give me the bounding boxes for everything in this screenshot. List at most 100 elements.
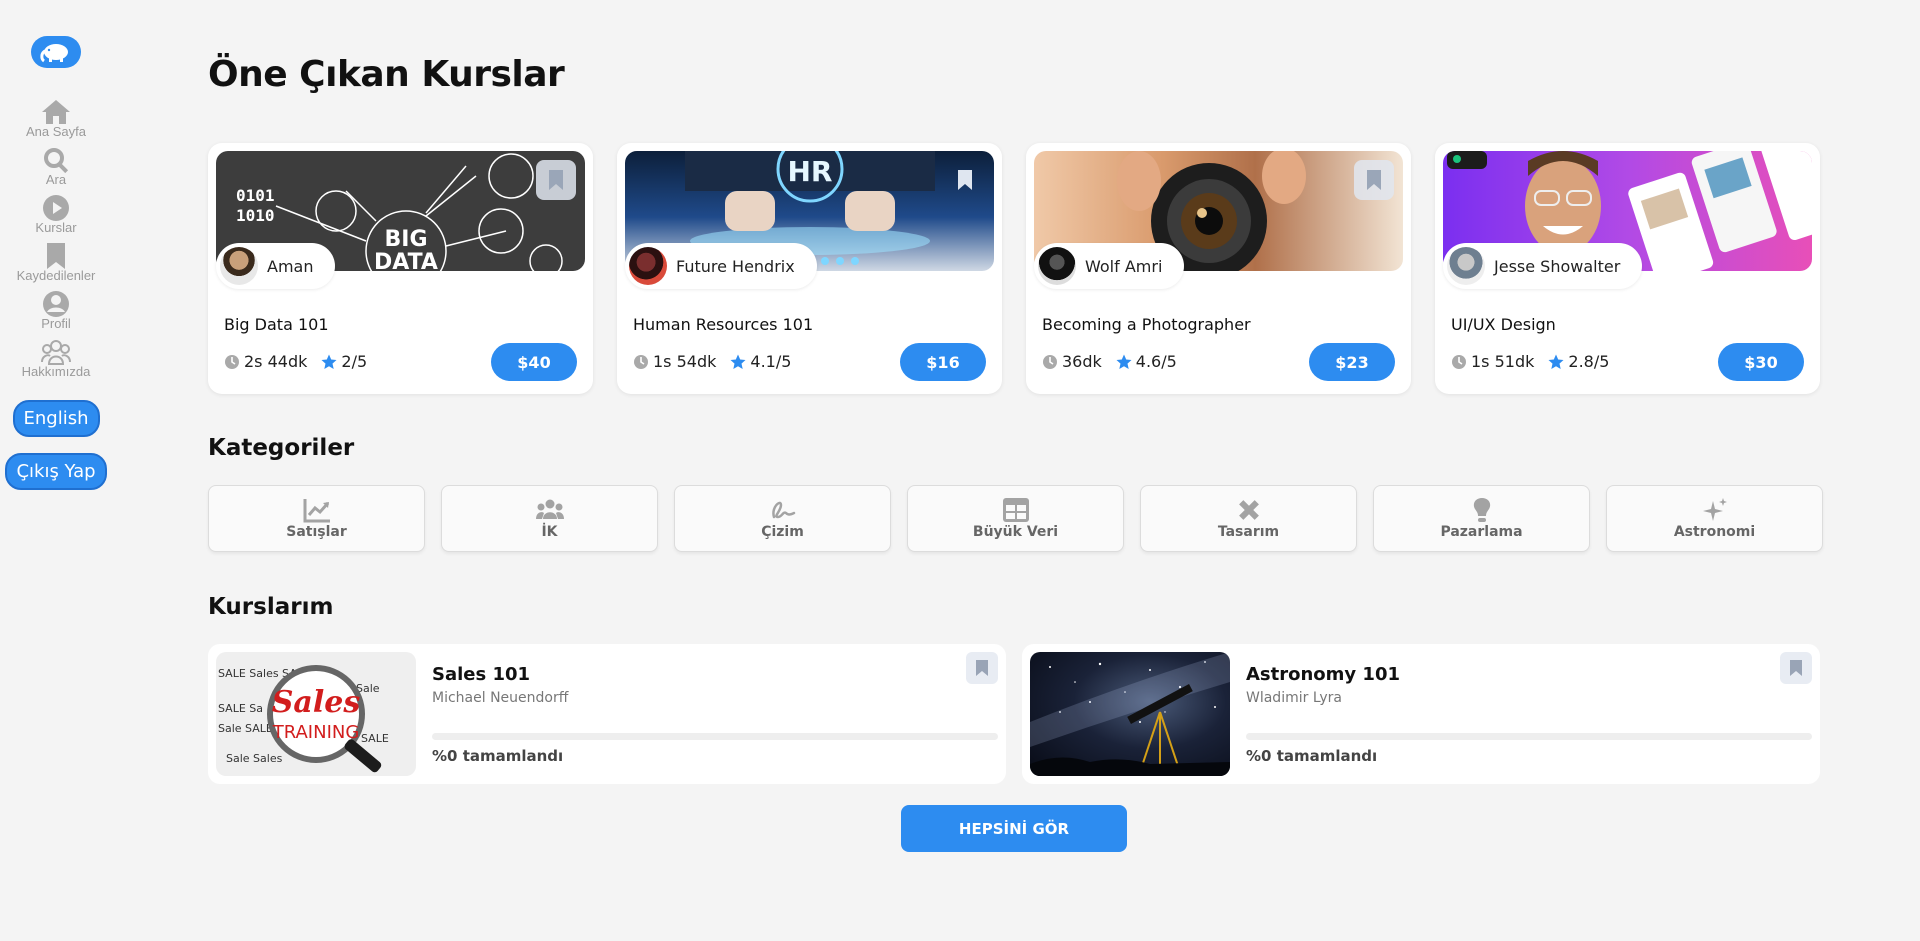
my-course-card[interactable]: Astronomy 101 Wladimir Lyra %0 tamamland…: [1022, 644, 1820, 784]
bookmark-button[interactable]: [1354, 160, 1394, 200]
price-button[interactable]: $40: [491, 343, 577, 381]
sidebar-item-courses[interactable]: Kurslar: [35, 194, 77, 236]
category-label: Satışlar: [286, 524, 347, 540]
author-name: Aman: [267, 256, 314, 276]
clock-icon: [1043, 354, 1057, 369]
course-rating: 4.6/5: [1135, 352, 1177, 371]
course-title: Becoming a Photographer: [1042, 315, 1251, 334]
svg-text:HR: HR: [788, 155, 833, 188]
svg-text:Sale Sales: Sale Sales: [226, 752, 283, 765]
category-label: Pazarlama: [1440, 524, 1523, 540]
course-card[interactable]: Wolf Amri Becoming a Photographer 36dk 4…: [1026, 143, 1411, 394]
category-sales[interactable]: Satışlar: [208, 485, 425, 552]
category-label: Büyük Veri: [972, 524, 1059, 540]
bookmark-button[interactable]: [945, 160, 985, 200]
star-icon: [1116, 354, 1132, 369]
star-icon: [1548, 354, 1564, 369]
course-duration: 36dk: [1062, 352, 1102, 371]
category-hr[interactable]: İK: [441, 485, 658, 552]
sidebar-nav: Ana Sayfa Ara Kurslar Kaydedilenler Prof…: [16, 98, 96, 380]
price-button[interactable]: $23: [1309, 343, 1395, 381]
sidebar-item-label: Hakkımızda: [21, 364, 91, 379]
course-duration: 1s 54dk: [653, 352, 717, 371]
user-icon: [43, 291, 69, 317]
elephant-logo-icon: [40, 44, 68, 63]
course-thumbnail: SALE Sales SALE SALE Sa Sale SALE Sale S…: [216, 652, 416, 776]
avatar: [1038, 247, 1076, 285]
course-card[interactable]: HR Future Hendrix Human Resources 101 1s…: [617, 143, 1002, 394]
bookmark-button[interactable]: [536, 160, 576, 200]
category-label: Astronomi: [1673, 524, 1756, 540]
lightbulb-icon: [1473, 498, 1490, 522]
svg-text:SALE Sa: SALE Sa: [218, 702, 263, 715]
people-group-icon: [535, 499, 564, 519]
course-title: Big Data 101: [224, 315, 329, 334]
author-name: Jesse Showalter: [1494, 256, 1621, 276]
svg-text:BIG: BIG: [384, 227, 427, 252]
course-title: Sales 101: [432, 664, 531, 685]
svg-text:Sales: Sales: [272, 685, 361, 720]
clock-icon: [1452, 354, 1466, 369]
progress-text: %0 tamamlandı: [432, 747, 564, 765]
search-icon: [44, 148, 69, 174]
svg-text:0101: 0101: [236, 186, 275, 205]
category-big-data[interactable]: Büyük Veri: [907, 485, 1124, 552]
author-chip: Future Hendrix: [625, 243, 817, 289]
table-icon: [1002, 498, 1029, 522]
category-label: Tasarım: [1217, 524, 1280, 540]
sidebar-item-label: Ana Sayfa: [26, 124, 86, 139]
course-meta: 1s 51dk 2.8/5: [1451, 352, 1609, 371]
ruler-pencil-icon: [1238, 500, 1259, 520]
sidebar-item-profile[interactable]: Profil: [41, 290, 71, 332]
category-list: Satışlar İK Çizim Büyük Veri Tasarım Paz…: [208, 485, 1823, 552]
category-astronomy[interactable]: Astronomi: [1606, 485, 1823, 552]
category-marketing[interactable]: Pazarlama: [1373, 485, 1590, 552]
course-instructor: Michael Neuendorff: [432, 690, 569, 706]
course-card[interactable]: 0101 1010 BIG DATA Aman Big Data 101 2s …: [208, 143, 593, 394]
sidebar-item-search[interactable]: Ara: [41, 146, 71, 188]
svg-text:TRAINING: TRAINING: [272, 722, 360, 743]
progress-bar: [1246, 733, 1812, 740]
author-chip: Wolf Amri: [1034, 243, 1185, 289]
bookmark-icon: [549, 170, 563, 190]
avatar: [629, 247, 667, 285]
my-course-card[interactable]: SALE Sales SALE SALE Sa Sale SALE Sale S…: [208, 644, 1006, 784]
course-meta: 2s 44dk 2/5: [224, 352, 367, 371]
author-name: Wolf Amri: [1085, 256, 1163, 276]
sidebar-item-home[interactable]: Ana Sayfa: [26, 98, 86, 140]
course-title: Human Resources 101: [633, 315, 814, 334]
my-courses-heading: Kurslarım: [208, 594, 334, 620]
star-icon: [730, 354, 746, 369]
svg-text:1010: 1010: [236, 206, 275, 225]
my-courses-list: SALE Sales SALE SALE Sa Sale SALE Sale S…: [208, 644, 1820, 784]
course-title: UI/UX Design: [1451, 315, 1556, 334]
users-icon: [40, 340, 71, 365]
sidebar-item-label: Kurslar: [35, 220, 77, 235]
category-design[interactable]: Tasarım: [1140, 485, 1357, 552]
sidebar: Ana Sayfa Ara Kurslar Kaydedilenler Prof…: [0, 0, 112, 941]
sidebar-item-label: Kaydedilenler: [16, 268, 96, 283]
logout-button[interactable]: Çıkış Yap: [5, 453, 107, 490]
category-label: İK: [541, 524, 558, 540]
see-all-button[interactable]: HEPSİNİ GÖR: [901, 805, 1127, 852]
sidebar-item-saved[interactable]: Kaydedilenler: [16, 242, 96, 284]
language-button[interactable]: English: [12, 400, 100, 437]
progress-bar: [432, 733, 998, 740]
bookmark-button[interactable]: [966, 652, 998, 684]
bookmark-icon: [1790, 660, 1802, 676]
author-chip: Aman: [216, 243, 336, 289]
home-icon: [42, 100, 70, 124]
app-logo[interactable]: [31, 36, 81, 68]
bookmark-button[interactable]: [1780, 652, 1812, 684]
course-thumbnail: [1030, 652, 1230, 776]
svg-text:Sale SALE: Sale SALE: [218, 722, 273, 735]
course-title: Astronomy 101: [1246, 664, 1401, 685]
price-button[interactable]: $30: [1718, 343, 1804, 381]
price-button[interactable]: $16: [900, 343, 986, 381]
sidebar-item-about[interactable]: Hakkımızda: [21, 338, 91, 380]
author-name: Future Hendrix: [676, 256, 795, 276]
category-drawing[interactable]: Çizim: [674, 485, 891, 552]
course-card[interactable]: Jesse Showalter UI/UX Design 1s 51dk 2.8…: [1435, 143, 1820, 394]
course-meta: 1s 54dk 4.1/5: [633, 352, 791, 371]
chart-line-icon: [303, 499, 330, 523]
